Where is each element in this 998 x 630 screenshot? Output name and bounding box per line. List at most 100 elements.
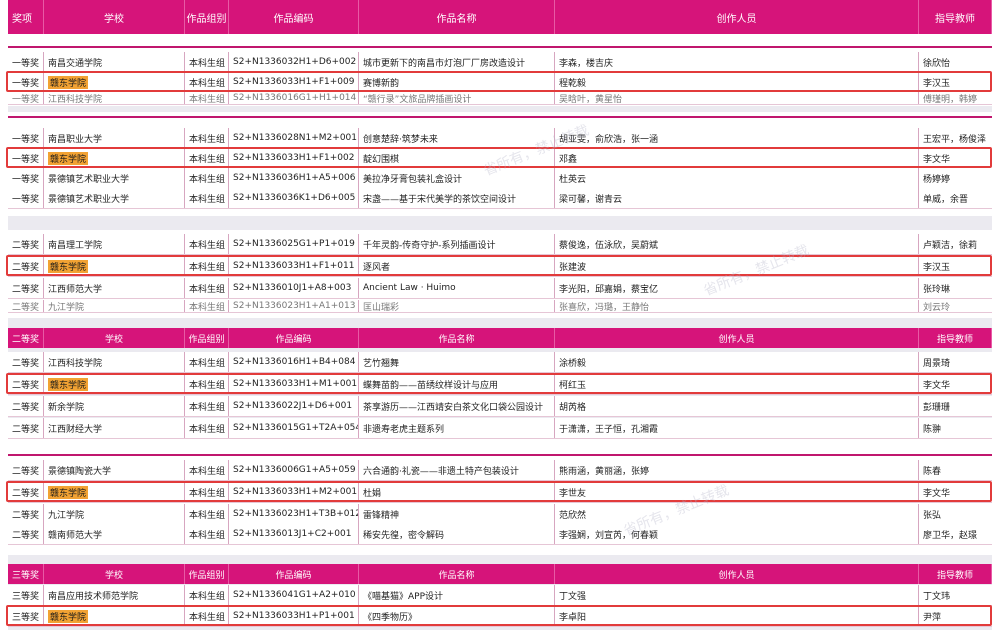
cell-advisor: 傅瑾明，韩婷 <box>923 94 978 105</box>
cell-award: 二等奖 <box>8 352 44 372</box>
school-highlight: 赣东学院 <box>48 609 89 623</box>
cell-code: S2+N1336015G1+T2A+054 <box>229 418 359 438</box>
cell-school: 江西财经大学 <box>44 418 185 438</box>
cell-award: 二等奖 <box>8 504 44 524</box>
col-header-advisor: 指导教师 <box>919 0 992 34</box>
table-row: 一等奖 南昌职业大学 本科生组 S2+N1336028N1+M2+001 创意楚… <box>8 128 992 149</box>
table-row-highlighted: 三等奖 赣东学院 本科生组 S2+N1336033H1+P1+001 《四季物历… <box>8 606 992 627</box>
cell-group: 本科生组 <box>185 128 229 148</box>
col-header-award: 奖项 <box>8 0 44 34</box>
cell-code: S2+N1336023H1+A1+013 <box>229 300 359 312</box>
cell-school: 景德镇艺术职业大学 <box>44 168 185 188</box>
cell-award: 二等奖 <box>8 482 44 502</box>
cell-advisor: 单威，余晋 <box>923 194 969 205</box>
table-row: 二等奖 景德镇陶瓷大学 本科生组 S2+N1336006G1+A5+059 六合… <box>8 460 992 481</box>
cell-title: 《喵基猫》APP设计 <box>359 585 555 605</box>
cell-authors: 杜英云 <box>555 168 919 188</box>
main-table-header: 奖项 学校 作品组别 作品编码 作品名称 创作人员 指导教师 <box>8 0 992 34</box>
cell-group: 本科生组 <box>185 300 229 312</box>
cell-group: 本科生组 <box>185 606 229 626</box>
cell-group: 本科生组 <box>185 504 229 524</box>
cell-advisor: 徐欣怡 <box>923 58 951 69</box>
section-divider <box>8 46 992 48</box>
col-header-group: 作品组别 <box>185 328 229 348</box>
cell-authors: 吴晗叶，黄星怡 <box>555 92 919 104</box>
cell-school: 江西科技学院 <box>44 92 185 104</box>
cell-authors: 范欣然 <box>555 504 919 524</box>
cell-award: 二等奖 <box>8 418 44 438</box>
cell-group: 本科生组 <box>185 234 229 254</box>
table-row-highlighted: 二等奖 赣东学院 本科生组 S2+N1336033H1+M2+001 杜娟 李世… <box>8 482 992 503</box>
cell-advisor: 刘云玲 <box>923 302 951 313</box>
cell-award: 二等奖 <box>8 396 44 416</box>
cell-school: 南昌理工学院 <box>44 234 185 254</box>
cell-award: 二等奖 <box>8 300 44 312</box>
cell-school: 南昌交通学院 <box>44 52 185 72</box>
cell-code: S2+N1336041G1+A2+010 <box>229 585 359 605</box>
cell-award: 一等奖 <box>8 72 44 92</box>
cell-group: 本科生组 <box>185 52 229 72</box>
cell-group: 本科生组 <box>185 482 229 502</box>
col-header-title: 作品名称 <box>359 0 555 34</box>
cell-authors: 李强娴，刘宣芮，何春颖 <box>555 524 919 544</box>
cell-award: 一等奖 <box>8 52 44 72</box>
cell-award: 二等奖 <box>8 278 44 298</box>
cell-school: 九江学院 <box>44 504 185 524</box>
cell-authors: 梁可馨，谢青云 <box>555 188 919 208</box>
cell-authors: 邓鑫 <box>555 148 919 168</box>
cell-school: 南昌职业大学 <box>44 128 185 148</box>
cell-advisor: 丁文玮 <box>923 591 951 602</box>
cell-title: 宋盏——基于宋代美学的茶饮空间设计 <box>359 188 555 208</box>
cell-award: 二等奖 <box>8 374 44 394</box>
cell-group: 本科生组 <box>185 256 229 276</box>
cell-school: 景德镇艺术职业大学 <box>44 188 185 208</box>
table-row-highlighted: 一等奖 赣东学院 本科生组 S2+N1336033H1+F1+009 赛博新韵 … <box>8 72 992 93</box>
gap-band <box>8 106 992 112</box>
cell-school: 九江学院 <box>44 300 185 312</box>
table-row-cut: 二等奖 九江学院 本科生组 S2+N1336023H1+A1+013 匡山瑞彩 … <box>8 300 992 313</box>
cell-advisor: 李文华 <box>923 154 951 165</box>
table-row-cut: 一等奖 江西科技学院 本科生组 S2+N1336016G1+H1+014 “赣行… <box>8 92 992 105</box>
school-highlight: 赣东学院 <box>48 75 89 89</box>
section-award-label: 三等奖 <box>8 564 44 584</box>
table-row: 二等奖 江西师范大学 本科生组 S2+N1336010J1+A8+003 Anc… <box>8 278 992 299</box>
cell-code: S2+N1336023H1+T3B+012 <box>229 504 359 524</box>
cell-title: 艺竹翘舞 <box>359 352 555 372</box>
cell-code: S2+N1336028N1+M2+001 <box>229 128 359 148</box>
cell-title: 赛博新韵 <box>359 72 555 92</box>
col-header-code: 作品编码 <box>229 0 359 34</box>
section-header: 三等奖 学校 作品组别 作品编码 作品名称 创作人员 指导教师 <box>8 564 992 584</box>
cell-advisor: 陈春 <box>923 466 942 477</box>
table-row: 二等奖 江西科技学院 本科生组 S2+N1336016H1+B4+084 艺竹翘… <box>8 352 992 373</box>
section-divider <box>8 116 992 118</box>
col-header-group: 作品组别 <box>185 0 229 34</box>
cell-title: 六合通韵·礼瓷——非遗土特产包装设计 <box>359 460 555 480</box>
cell-award: 一等奖 <box>8 92 44 104</box>
cell-code: S2+N1336036H1+A5+006 <box>229 168 359 188</box>
cell-title: 非遗寿老虎主题系列 <box>359 418 555 438</box>
cell-school: 赣东学院 <box>44 256 185 276</box>
cell-award: 二等奖 <box>8 234 44 254</box>
table-row-highlighted: 二等奖 赣东学院 本科生组 S2+N1336033H1+F1+011 逐风者 张… <box>8 256 992 277</box>
cell-award: 三等奖 <box>8 606 44 626</box>
cell-advisor: 张玲琳 <box>923 284 951 295</box>
cell-advisor: 张弘 <box>923 510 942 521</box>
cell-code: S2+N1336032H1+D6+002 <box>229 52 359 72</box>
cell-authors: 于潇潇，王子恒，孔湘霞 <box>555 418 919 438</box>
cell-title: 蝶舞苗韵——苗绣纹样设计与应用 <box>359 374 555 394</box>
cell-code: S2+N1336033H1+F1+011 <box>229 256 359 276</box>
cell-award: 一等奖 <box>8 168 44 188</box>
table-row: 三等奖 南昌应用技术师范学院 本科生组 S2+N1336041G1+A2+010… <box>8 585 992 606</box>
cell-group: 本科生组 <box>185 168 229 188</box>
cell-advisor: 李汉玉 <box>923 262 951 273</box>
cell-code: S2+N1336033H1+M1+001 <box>229 374 359 394</box>
col-header-school: 学校 <box>44 328 185 348</box>
col-header-advisor: 指导教师 <box>919 328 992 348</box>
col-header-authors: 创作人员 <box>555 564 919 584</box>
cell-code: S2+N1336013J1+C2+001 <box>229 524 359 544</box>
col-header-group: 作品组别 <box>185 564 229 584</box>
cell-authors: 张建波 <box>555 256 919 276</box>
section-award-label: 二等奖 <box>8 328 44 348</box>
cell-code: S2+N1336022J1+D6+001 <box>229 396 359 416</box>
cell-group: 本科生组 <box>185 92 229 104</box>
